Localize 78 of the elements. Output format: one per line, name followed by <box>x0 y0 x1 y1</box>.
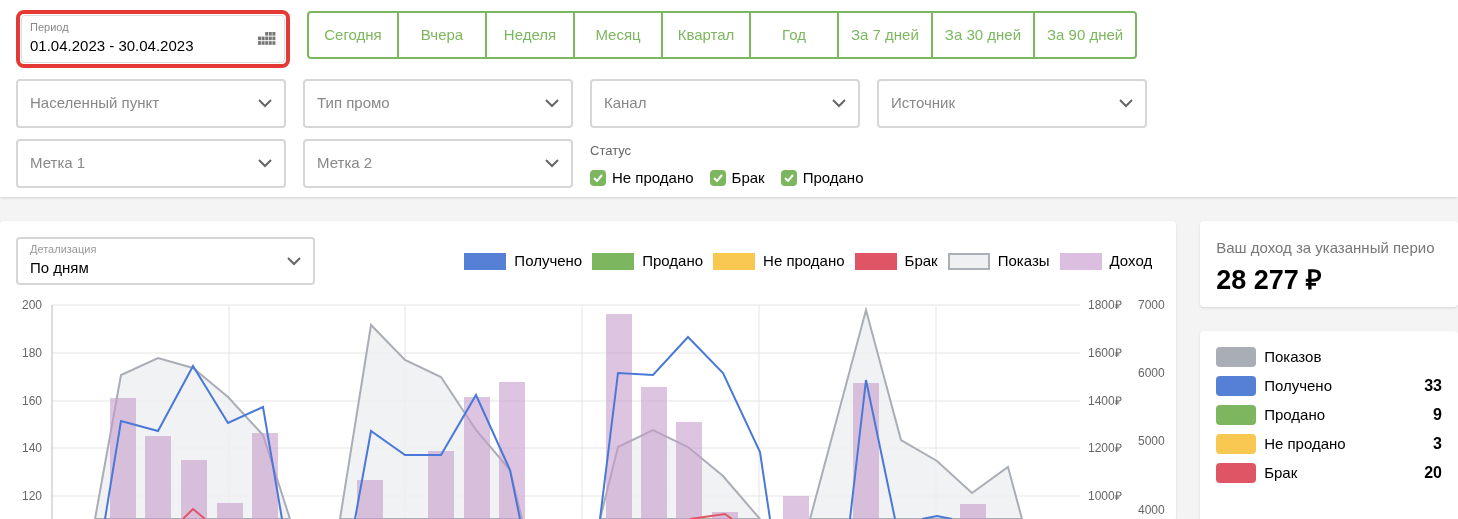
checkmark-icon <box>593 173 603 182</box>
income-title: Ваш доход за указанный перио <box>1216 238 1436 258</box>
axis-tick-label: 140 <box>21 441 42 455</box>
income-bar <box>960 504 986 519</box>
income-bar <box>783 496 809 519</box>
legend-label: Не продано <box>763 250 845 271</box>
defect-line <box>689 512 733 519</box>
chevron-down-icon <box>545 159 559 168</box>
range-button[interactable]: За 90 дней <box>1033 13 1136 57</box>
field-value: 01.04.2023 - 30.04.2023 <box>30 35 194 56</box>
checkmark-icon <box>712 173 723 182</box>
axis-tick-label: 180 <box>21 346 42 360</box>
checkbox[interactable] <box>709 169 726 186</box>
calendar-grid-icon <box>258 32 276 46</box>
checkbox[interactable] <box>780 169 797 186</box>
axis-tick-label: 160 <box>21 394 42 408</box>
checkmark-icon <box>783 173 794 182</box>
legend-label: Продано <box>642 250 704 271</box>
dropdown-select[interactable]: Населенный пункт <box>16 79 286 128</box>
detail-select[interactable]: Детализация По дням <box>16 237 315 285</box>
summary-value: 33 <box>1424 376 1442 396</box>
summary-label: Брак <box>1264 462 1299 483</box>
income-bar <box>428 451 454 519</box>
checkbox-label: Продано <box>802 167 864 188</box>
chevron-down-icon <box>258 99 272 108</box>
summary-value: 3 <box>1433 434 1442 454</box>
income-amount: 28 277 ₽ <box>1216 263 1324 297</box>
axis-tick-label: 7000 <box>1138 298 1165 312</box>
dropdown-select[interactable]: Метка 1 <box>16 139 286 188</box>
axis-tick-label: 1000₽ <box>1088 489 1122 503</box>
axis-tick-label: 5000 <box>1138 434 1165 448</box>
summary-label: Показов <box>1264 346 1323 367</box>
dropdown-select[interactable]: Источник <box>877 79 1147 128</box>
chevron-down-icon <box>545 99 559 108</box>
range-button[interactable]: За 7 дней <box>837 13 931 57</box>
summary-value: 9 <box>1433 405 1442 425</box>
checkbox-label: Брак <box>731 167 765 188</box>
status-label: Статус <box>590 142 633 160</box>
axis-tick-label: 120 <box>21 489 42 503</box>
axis-tick-label: 1800₽ <box>1088 298 1122 312</box>
axis-tick-label: 200 <box>21 298 42 312</box>
legend-label: Брак <box>904 250 938 271</box>
dropdown-select[interactable]: Канал <box>590 79 860 128</box>
period-field[interactable]: Период 01.04.2023 - 30.04.2023 <box>16 10 290 68</box>
legend-label: Показы <box>997 250 1050 271</box>
axis-tick-label: 6000 <box>1138 366 1165 380</box>
chevron-down-icon <box>258 159 272 168</box>
income-bar <box>181 460 207 519</box>
range-button[interactable]: Месяц <box>573 13 661 57</box>
income-bar <box>217 503 243 519</box>
dropdown-select[interactable]: Метка 2 <box>303 139 573 188</box>
checkbox-label: Не продано <box>612 167 694 188</box>
range-button[interactable]: Сегодня <box>309 13 397 57</box>
range-button[interactable]: Неделя <box>485 13 573 57</box>
legend-label: Доход <box>1109 250 1153 271</box>
axis-tick-label: 1600₽ <box>1088 346 1122 360</box>
range-button[interactable]: Квартал <box>661 13 749 57</box>
summary-label: Не продано <box>1264 433 1347 454</box>
axis-tick-label: 1400₽ <box>1088 394 1122 408</box>
range-button[interactable]: Год <box>749 13 837 57</box>
field-label: Период <box>30 20 70 35</box>
income-bar <box>357 480 383 519</box>
received-line <box>921 515 953 519</box>
summary-value: 20 <box>1424 463 1442 483</box>
chevron-down-icon <box>832 99 846 108</box>
axis-tick-label: 1200₽ <box>1088 441 1122 455</box>
summary-label: Продано <box>1264 404 1326 425</box>
dropdown-select[interactable]: Тип промо <box>303 79 573 128</box>
income-bar <box>712 512 738 519</box>
checkbox[interactable] <box>590 169 606 186</box>
chevron-down-icon <box>1119 99 1133 108</box>
chevron-down-icon <box>287 256 301 266</box>
legend-label: Получено <box>514 250 583 271</box>
range-button[interactable]: За 30 дней <box>930 13 1034 57</box>
defect-line <box>182 507 206 519</box>
range-button[interactable]: Вчера <box>397 13 485 57</box>
summary-label: Получено <box>1264 375 1333 396</box>
axis-tick-label: 4000 <box>1138 503 1165 517</box>
